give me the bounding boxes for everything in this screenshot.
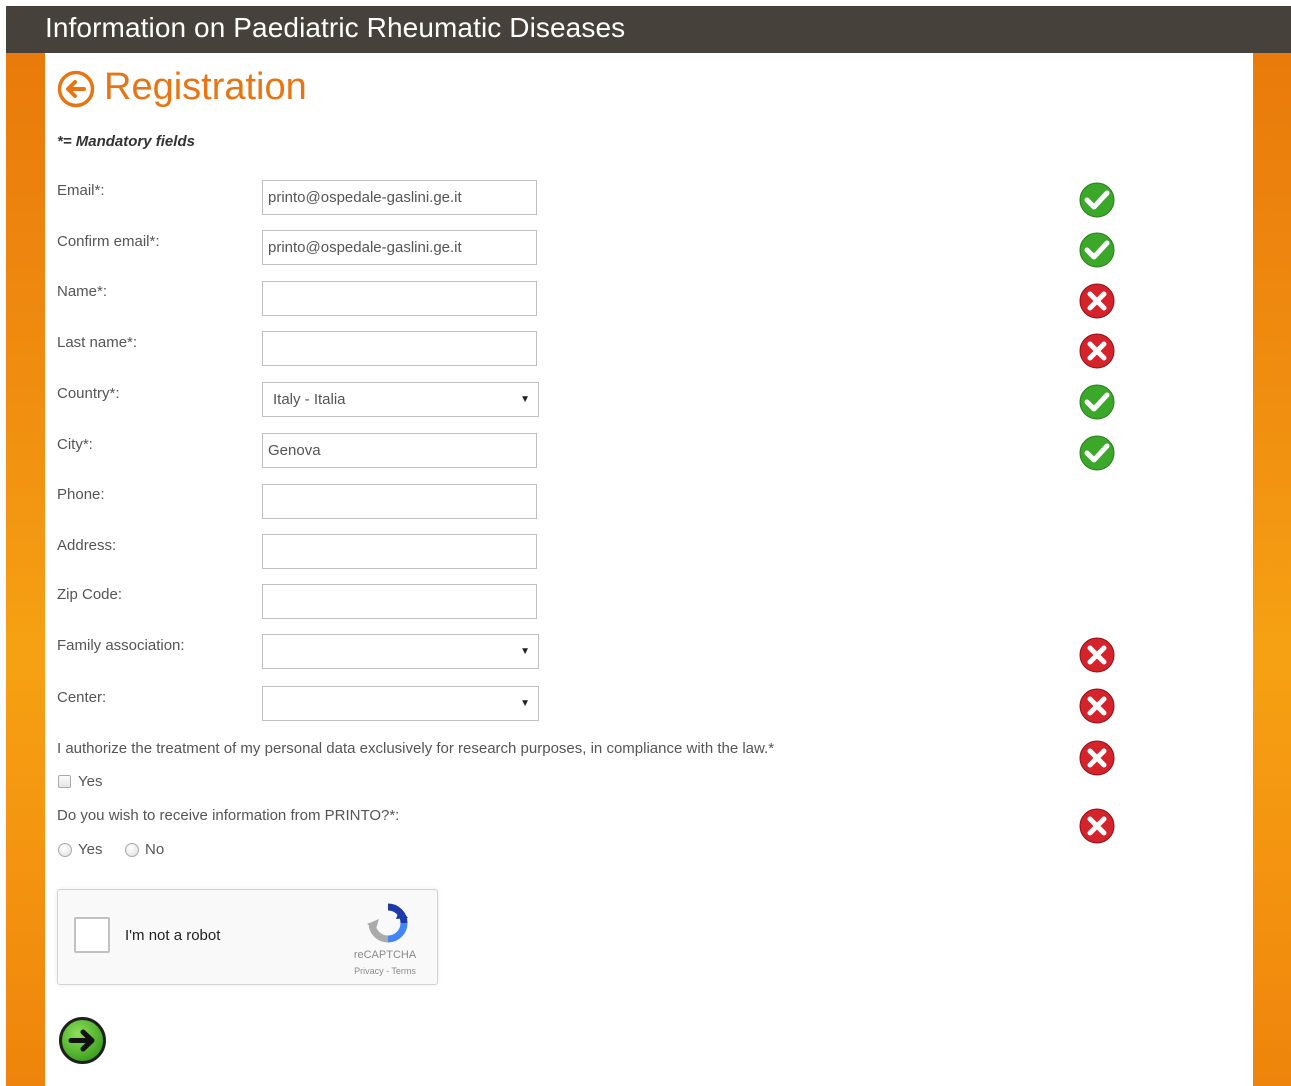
name-label: Name*: — [57, 283, 108, 300]
check-icon — [1079, 182, 1115, 218]
cross-icon — [1079, 333, 1115, 369]
consent-yes-checkbox[interactable] — [58, 775, 71, 788]
confirm-email-label: Confirm email*: — [57, 233, 160, 250]
zip-code-label: Zip Code: — [57, 586, 123, 603]
address-label: Address: — [57, 537, 117, 554]
country-select[interactable]: Italy - Italia ▼ — [262, 382, 539, 417]
recaptcha-privacy-terms-link[interactable]: Privacy - Terms — [340, 965, 430, 977]
address-input[interactable] — [262, 534, 537, 569]
cross-icon — [1079, 688, 1115, 724]
newsletter-yes-label: Yes — [78, 841, 103, 858]
consent-yes-label: Yes — [78, 773, 103, 790]
page-title: Registration — [104, 66, 307, 108]
cross-icon — [1079, 740, 1115, 776]
name-input[interactable] — [262, 281, 537, 316]
last-name-label: Last name*: — [57, 334, 138, 351]
newsletter-no-radio[interactable] — [125, 843, 139, 857]
newsletter-no-label: No — [145, 841, 165, 858]
recaptcha-checkbox[interactable] — [74, 917, 110, 953]
email-label: Email*: — [57, 182, 105, 199]
family-association-label: Family association: — [57, 637, 185, 654]
check-icon — [1079, 232, 1115, 268]
check-icon — [1079, 384, 1115, 420]
consent-label: I authorize the treatment of my personal… — [57, 740, 775, 757]
dropdown-arrow-icon: ▼ — [520, 394, 530, 405]
country-selected-value: Italy - Italia — [273, 391, 346, 408]
site-title: Information on Paediatric Rheumatic Dise… — [45, 12, 626, 43]
city-input[interactable] — [262, 433, 537, 468]
phone-input[interactable] — [262, 484, 537, 519]
recaptcha-widget: I'm not a robot reCAPTCHA Privacy - Term… — [57, 889, 438, 985]
cross-icon — [1079, 283, 1115, 319]
recaptcha-label: I'm not a robot — [125, 927, 221, 944]
cross-icon — [1079, 637, 1115, 673]
city-label: City*: — [57, 436, 93, 453]
cross-icon — [1079, 808, 1115, 844]
zip-code-input[interactable] — [262, 584, 537, 619]
site-header: Information on Paediatric Rheumatic Dise… — [6, 6, 1291, 53]
dropdown-arrow-icon: ▼ — [520, 698, 530, 709]
recaptcha-logo-icon — [367, 903, 408, 943]
newsletter-yes-radio[interactable] — [58, 843, 72, 857]
email-input[interactable] — [262, 180, 537, 215]
country-label: Country*: — [57, 385, 120, 402]
last-name-input[interactable] — [262, 331, 537, 366]
newsletter-label: Do you wish to receive information from … — [57, 807, 400, 824]
center-select[interactable]: ▼ — [262, 686, 539, 721]
next-arrow-icon[interactable] — [58, 1016, 107, 1065]
back-arrow-icon[interactable] — [57, 70, 95, 108]
center-label: Center: — [57, 689, 107, 706]
family-association-select[interactable]: ▼ — [262, 634, 539, 669]
recaptcha-brand: reCAPTCHA — [353, 949, 417, 961]
mandatory-note: *= Mandatory fields — [57, 133, 195, 150]
phone-label: Phone: — [57, 486, 105, 503]
confirm-email-input[interactable] — [262, 230, 537, 265]
dropdown-arrow-icon: ▼ — [520, 646, 530, 657]
check-icon — [1079, 435, 1115, 471]
